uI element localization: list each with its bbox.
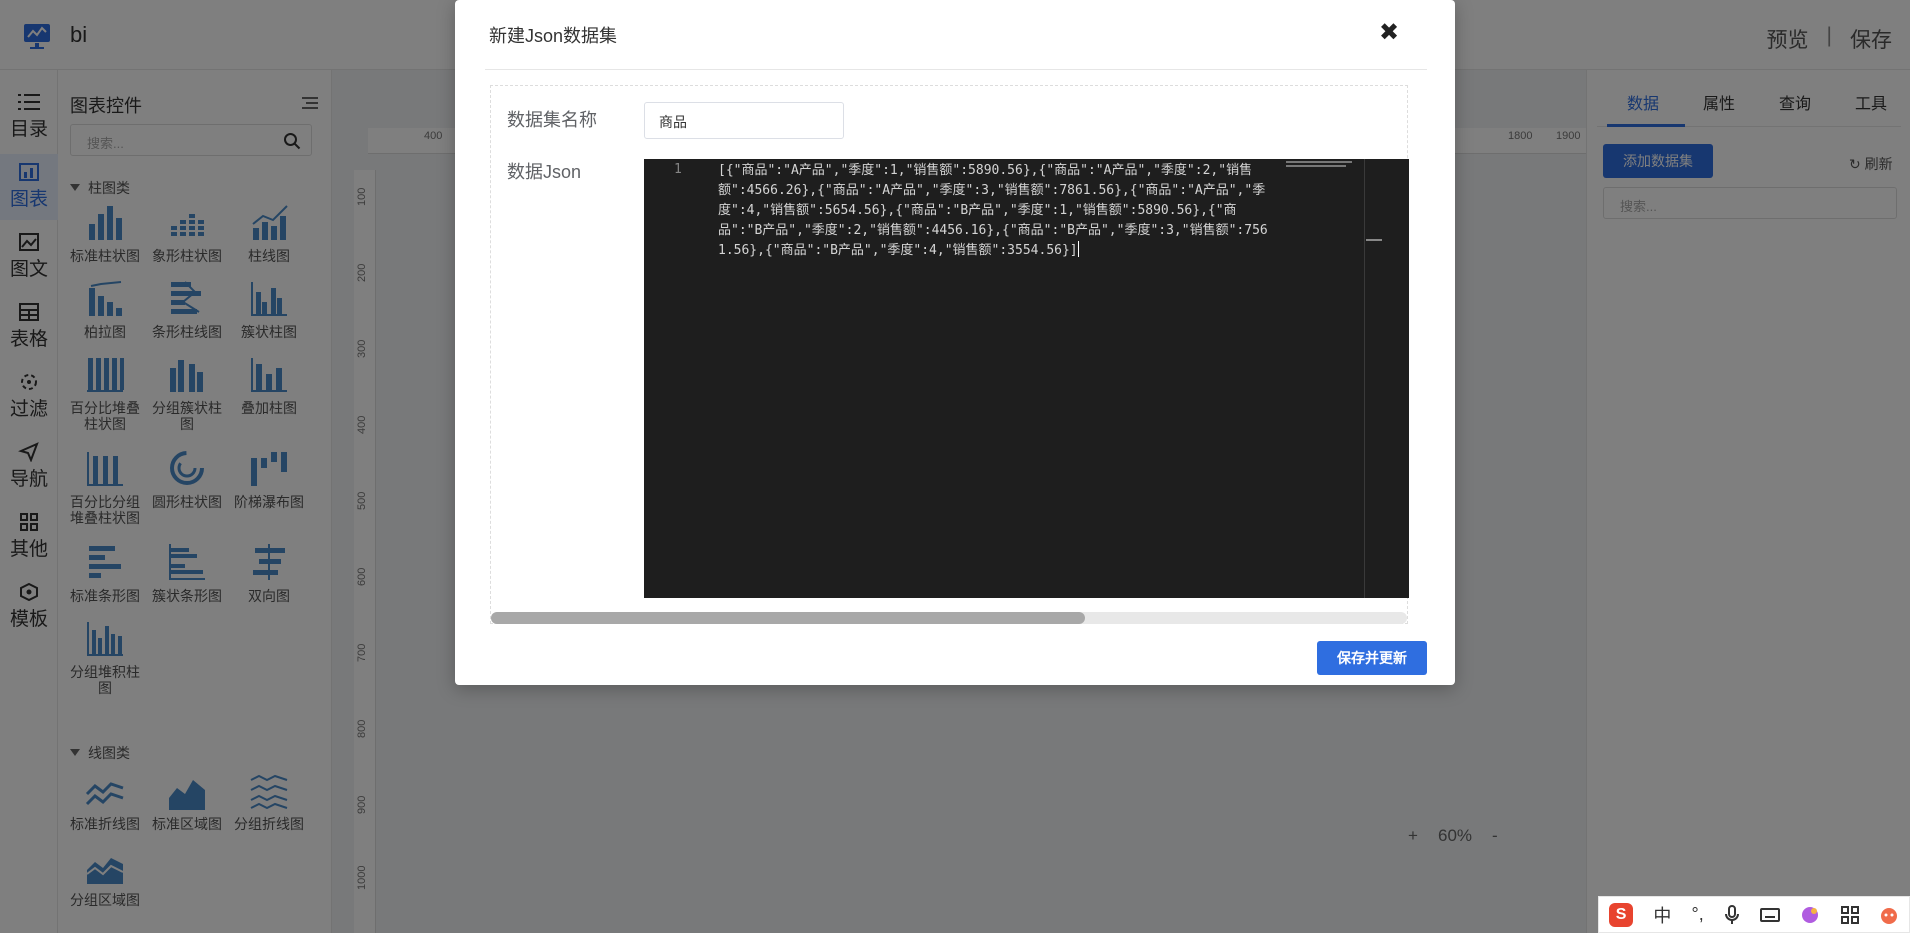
ime-toolbar: S 中 °, (1598, 896, 1910, 933)
ime-logo[interactable]: S (1609, 902, 1634, 927)
new-json-dataset-dialog: 新建Json数据集 ✖ 数据集名称 商品 数据Json 1 [{"商品":"A产… (455, 0, 1455, 685)
keyboard-icon[interactable] (1760, 907, 1781, 923)
dialog-title: 新建Json数据集 (489, 26, 618, 46)
scroll-position-marker (1366, 239, 1382, 241)
grid-menu-icon[interactable] (1840, 905, 1859, 924)
scrollbar-thumb[interactable] (491, 612, 1085, 624)
mascot-icon[interactable] (1879, 905, 1899, 925)
dataset-name-label: 数据集名称 (507, 110, 597, 130)
text-cursor (1077, 241, 1079, 257)
close-icon[interactable]: ✖ (1378, 21, 1400, 45)
json-data-label: 数据Json (507, 162, 582, 182)
ime-language[interactable]: 中 (1653, 902, 1671, 928)
microphone-icon[interactable] (1724, 904, 1740, 925)
skin-icon[interactable] (1800, 905, 1820, 925)
dialog-form: 数据集名称 商品 数据Json 1 [{"商品":"A产品","季度":1,"销… (490, 85, 1409, 624)
line-number: 1 (674, 162, 682, 177)
divider (485, 69, 1427, 70)
editor-gutter: 1 (644, 159, 704, 598)
editor-minimap[interactable] (1284, 159, 1356, 171)
dataset-name-input[interactable]: 商品 (644, 102, 844, 139)
json-code-editor[interactable]: 1 [{"商品":"A产品","季度":1,"销售额":5890.56},{"商… (644, 159, 1409, 598)
horizontal-scrollbar[interactable] (491, 612, 1407, 624)
editor-scrollbar[interactable] (1364, 159, 1365, 598)
ime-punctuation[interactable]: °, (1692, 904, 1704, 925)
json-code-text[interactable]: [{"商品":"A产品","季度":1,"销售额":5890.56},{"商品"… (718, 161, 1274, 261)
save-and-update-button[interactable]: 保存并更新 (1317, 641, 1427, 675)
json-code-content: [{"商品":"A产品","季度":1,"销售额":5890.56},{"商品"… (718, 163, 1268, 258)
